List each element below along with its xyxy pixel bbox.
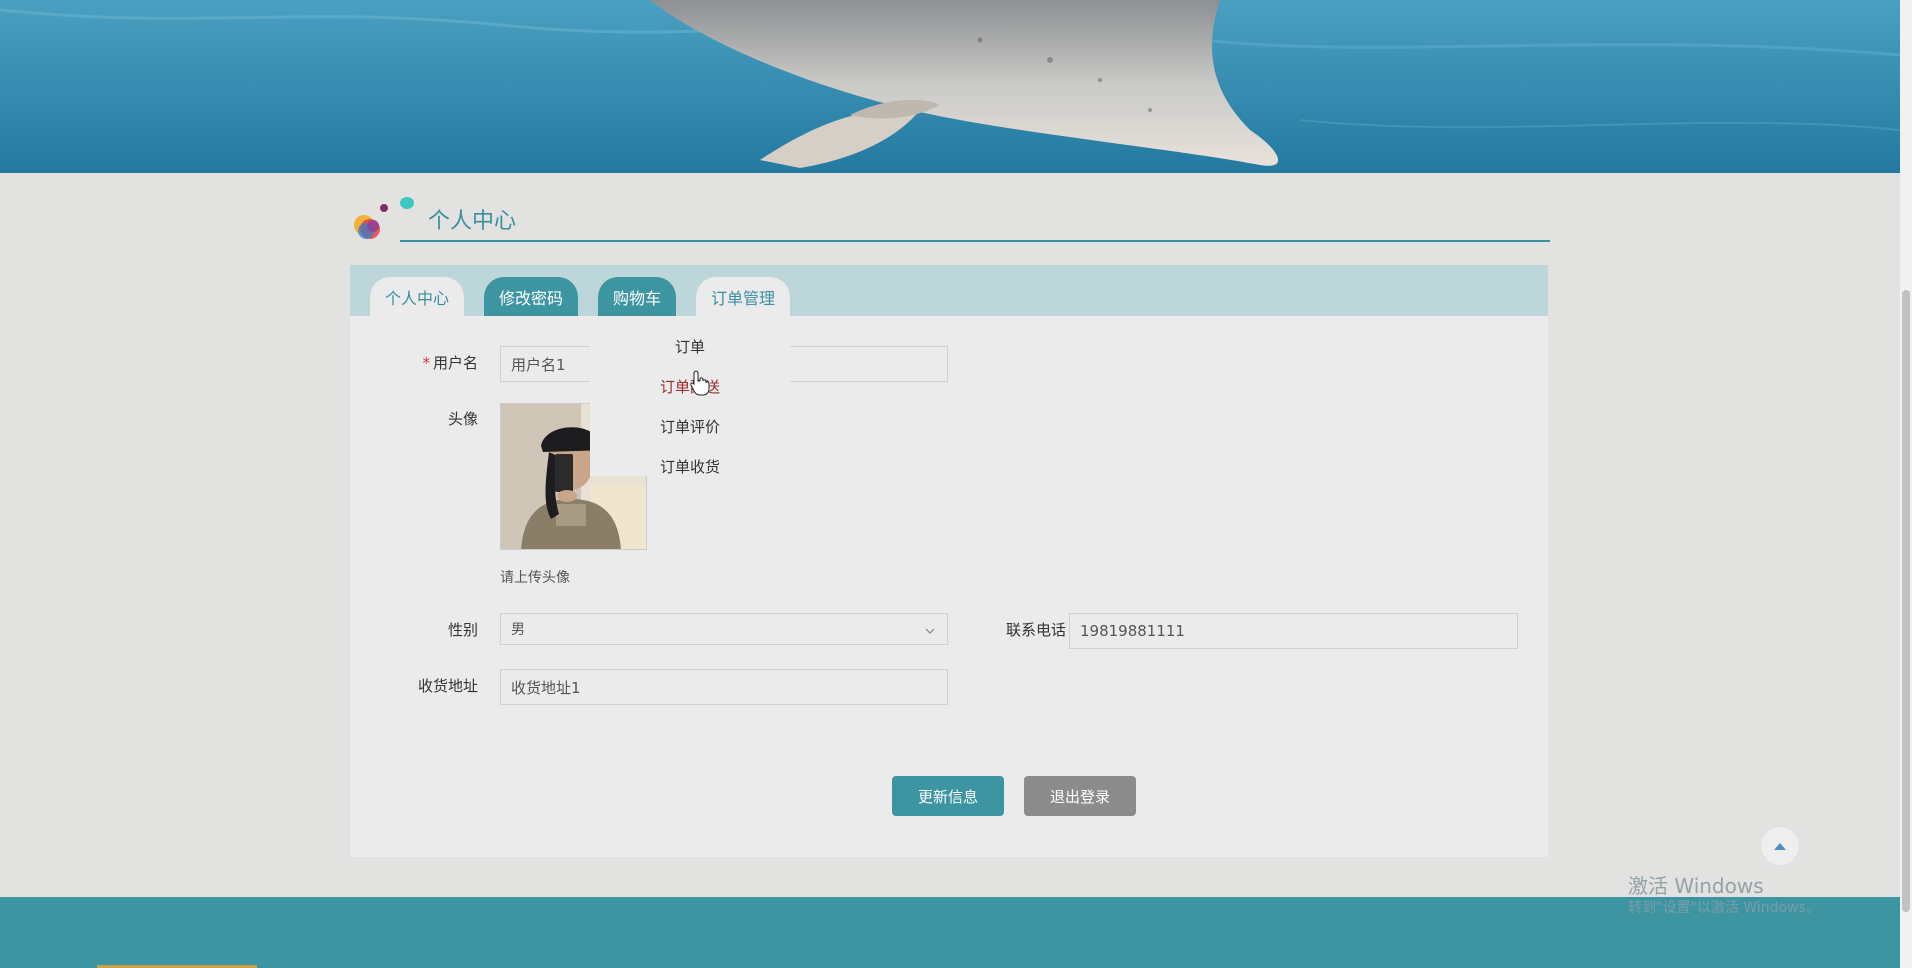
dolphin-banner-image: [0, 0, 1900, 173]
gender-label: 性别: [447, 621, 478, 639]
pointer-cursor-icon: [690, 370, 710, 396]
phone-input[interactable]: 19819881111: [1069, 613, 1518, 649]
menu-item-order-review[interactable]: 订单评价: [590, 416, 790, 437]
scrollbar-thumb[interactable]: [1902, 290, 1910, 912]
profile-panel: 个人中心 修改密码 购物车 订单管理 * 用户名 用户名1 头像 请上传头像 性别…: [350, 265, 1548, 857]
page-footer: [0, 897, 1900, 968]
avatar-label: 头像: [447, 410, 478, 428]
tab-cart[interactable]: 购物车: [598, 277, 676, 316]
section-divider: [400, 240, 1550, 242]
required-star: *: [422, 354, 430, 372]
menu-item-order-receipt[interactable]: 订单收货: [590, 456, 790, 477]
section-header: 个人中心: [350, 195, 1550, 245]
avatar-upload-hint: 请上传头像: [500, 570, 570, 586]
tab-personal-center[interactable]: 个人中心: [370, 277, 464, 316]
back-to-top-button[interactable]: [1760, 826, 1800, 866]
tab-order-management[interactable]: 订单管理: [696, 277, 790, 316]
page-scrollbar[interactable]: [1900, 0, 1912, 968]
windows-activation-subtitle: 转到"设置"以激活 Windows。: [1628, 900, 1820, 916]
address-label: 收货地址: [417, 677, 478, 695]
gender-select[interactable]: 男: [500, 613, 948, 645]
tab-change-password[interactable]: 修改密码: [484, 277, 578, 316]
logout-button[interactable]: 退出登录: [1024, 776, 1136, 816]
arrow-up-icon: [1774, 843, 1786, 850]
app-logo-icon: [354, 197, 414, 239]
phone-label: 联系电话: [1005, 621, 1066, 639]
update-info-button[interactable]: 更新信息: [892, 776, 1004, 816]
hero-banner: [0, 0, 1900, 173]
section-title: 个人中心: [428, 209, 517, 234]
menu-item-order[interactable]: 订单: [590, 336, 790, 357]
tab-bar: 个人中心 修改密码 购物车 订单管理: [350, 265, 1548, 316]
address-input[interactable]: 收货地址1: [500, 669, 948, 705]
chevron-down-icon: [925, 628, 935, 634]
gender-select-value: 男: [511, 622, 525, 638]
order-management-dropdown: 订单 订单配送 订单评价 订单收货: [590, 316, 790, 476]
username-label: * 用户名: [422, 354, 478, 372]
windows-activation-title: 激活 Windows: [1628, 874, 1764, 898]
